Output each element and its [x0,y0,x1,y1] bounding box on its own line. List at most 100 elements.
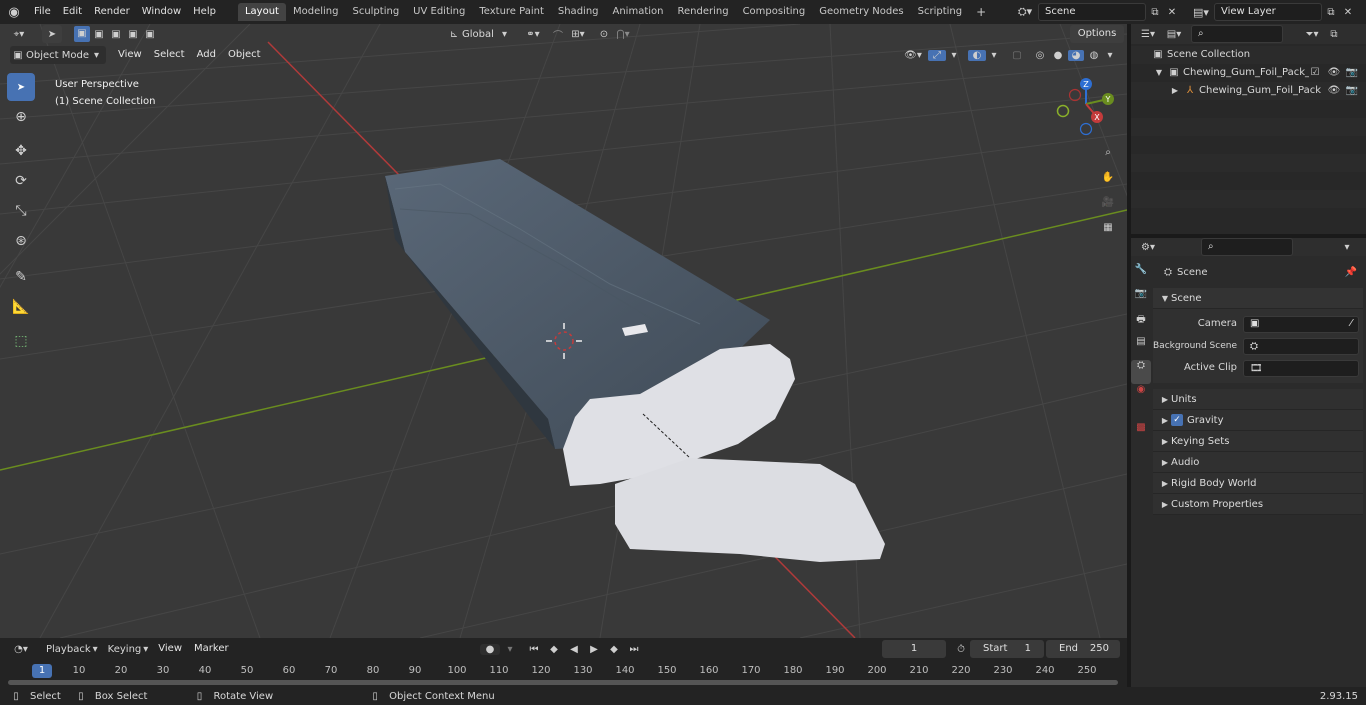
tab-shading[interactable]: Shading [551,3,606,21]
transform-orientation[interactable]: ⊾ Global ▾ [446,25,516,43]
panel-rigid-body-world[interactable]: ▶ Rigid Body World [1153,473,1363,494]
timeline-menu-marker[interactable]: Marker [188,640,235,658]
outliner-search-input[interactable]: ⌕ [1191,25,1283,43]
tab-texture-paint[interactable]: Texture Paint [472,3,551,21]
stopwatch-icon[interactable]: ⏱ [953,644,969,655]
tab-geometry-nodes[interactable]: Geometry Nodes [812,3,910,21]
menu-window[interactable]: Window [136,0,187,24]
wireframe-shading-icon[interactable]: ◎ [1032,50,1048,61]
texture-tab-icon[interactable]: ▩ [1131,422,1151,446]
viewport-menu-add[interactable]: Add [191,46,222,64]
3d-viewport[interactable] [0,24,1127,638]
panel-audio[interactable]: ▶ Audio [1153,452,1363,473]
new-collection-icon[interactable]: ⧉ [1325,29,1343,40]
eye-icon[interactable]: 👁 [1327,82,1341,100]
select-subtract-icon[interactable]: ▣ [108,29,124,40]
tab-layout[interactable]: Layout [237,3,286,21]
end-frame-field[interactable]: End 250 [1046,640,1120,658]
eye-icon[interactable]: 👁 [1327,64,1341,82]
measure-tool[interactable]: 📐 [7,293,35,321]
annotate-tool[interactable]: ✎ [7,263,35,291]
eyedropper-icon[interactable]: ⁄ [1350,317,1352,332]
transform-tool[interactable]: ⊛ [7,227,35,255]
camera-view-button[interactable]: 🎥 [1096,190,1120,214]
select-box-tool[interactable]: ➤ [7,73,35,101]
frame-ruler[interactable]: 1 10 20 30 40 50 60 70 80 90 100 110 120 130 140 150 16… [0,664,1127,681]
view-layer-field[interactable]: View Layer [1214,3,1322,21]
tab-animation[interactable]: Animation [606,3,671,21]
expand-arrow-icon[interactable]: ▼ [1153,64,1165,82]
add-cube-tool[interactable]: ⬚ [7,327,35,355]
solid-shading-icon[interactable]: ● [1050,50,1066,61]
visibility-icon[interactable]: 👁▾ [900,50,926,61]
menu-help[interactable]: Help [187,0,222,24]
chevron-down-icon[interactable]: ▾ [1104,50,1116,61]
tab-modeling[interactable]: Modeling [286,3,346,21]
chevron-down-icon[interactable]: ▾ [1339,242,1355,253]
timeline-menu-view[interactable]: View [152,640,188,658]
scale-tool[interactable]: ⤡ [7,197,35,225]
viewport-menu-view[interactable]: View [112,46,148,64]
timeline-scrollbar[interactable] [8,680,1118,685]
panel-gravity[interactable]: ▶ ✓ Gravity [1153,410,1363,431]
keying-menu[interactable]: Keying ▾ [104,640,153,658]
tool-tab-icon[interactable]: 🔧 [1131,264,1151,288]
viewport-menu-object[interactable]: Object [222,46,267,64]
active-clip-field[interactable]: 🎞 [1243,359,1359,377]
playback-menu[interactable]: Playback ▾ [40,640,104,658]
xray-icon[interactable]: ▢ [1008,50,1026,61]
world-tab-icon[interactable]: ◉ [1131,384,1151,408]
pin-icon[interactable]: 📌 [1345,264,1357,282]
overlay-toggle-icon[interactable]: ◐ [968,49,986,61]
pan-button[interactable]: ✋ [1096,165,1120,189]
prev-keyframe-icon[interactable]: ◆ [546,644,562,655]
tab-compositing[interactable]: Compositing [736,3,813,21]
perspective-toggle-button[interactable]: ▦ [1096,215,1120,239]
navigation-gizmo[interactable]: Z Y X [1050,74,1122,138]
chevron-down-icon[interactable]: ▾ [504,644,516,655]
jump-start-icon[interactable]: ⏮ [526,644,542,655]
chevron-down-icon[interactable]: ▾ [988,50,1000,61]
play-icon[interactable]: ▶ [586,644,602,655]
properties-search-input[interactable]: ⌕ [1201,238,1293,256]
proportional-edit-icon[interactable]: ⊙ [596,29,612,40]
snap-icon[interactable]: ⌒ [550,27,566,42]
mode-selector[interactable]: ▣ Object Mode ▾ [10,46,106,64]
camera-field[interactable]: ▣ ⁄ [1243,315,1359,333]
jump-end-icon[interactable]: ⏭ [626,644,642,655]
timeline-editor-icon[interactable]: ◔▾ [6,644,36,655]
select-intersect-icon[interactable]: ▣ [142,29,158,40]
tab-rendering[interactable]: Rendering [670,3,735,21]
menu-edit[interactable]: Edit [57,0,88,24]
copy-view-layer-icon[interactable]: ⧉ [1322,7,1340,18]
close-scene-icon[interactable]: ✕ [1164,7,1180,18]
select-extend-icon[interactable]: ▣ [91,29,107,40]
tab-uv-editing[interactable]: UV Editing [406,3,472,21]
menu-file[interactable]: File [28,0,57,24]
background-scene-field[interactable]: ⛭ [1243,337,1359,355]
viewport-menu-select[interactable]: Select [148,46,191,64]
gizmo-toggle-icon[interactable]: ⤢ [928,49,946,61]
camera-render-icon[interactable]: 📷 [1345,82,1359,100]
next-keyframe-icon[interactable]: ◆ [606,644,622,655]
falloff-icon[interactable]: ⋂▾ [612,29,634,40]
menu-render[interactable]: Render [88,0,136,24]
gravity-checkbox[interactable]: ✓ [1171,414,1183,426]
scene-icon[interactable]: ⛭▾ [1012,5,1038,19]
move-tool[interactable]: ✥ [7,137,35,165]
outliner-row-collection[interactable]: ▼ ▣ Chewing_Gum_Foil_Pack_Opene ☑ 👁 📷 [1131,64,1366,82]
select-invert-icon[interactable]: ▣ [125,29,141,40]
scene-tab-icon[interactable]: ⛭ [1131,360,1151,384]
add-workspace-button[interactable]: + [969,3,993,21]
close-view-layer-icon[interactable]: ✕ [1340,7,1356,18]
snap-target-icon[interactable]: ⊞▾ [566,29,590,40]
zoom-button[interactable]: ⌕ [1096,140,1120,164]
properties-editor-icon[interactable]: ⚙▾ [1135,242,1161,253]
panel-custom-properties[interactable]: ▶ Custom Properties [1153,494,1363,515]
display-mode-icon[interactable]: ▤▾ [1161,29,1187,40]
rotate-tool[interactable]: ⟳ [7,167,35,195]
panel-scene-header[interactable]: ▼ Scene [1153,288,1363,309]
panel-units[interactable]: ▶ Units [1153,389,1363,410]
panel-keying-sets[interactable]: ▶ Keying Sets [1153,431,1363,452]
select-new-icon[interactable]: ▣ [74,26,90,42]
